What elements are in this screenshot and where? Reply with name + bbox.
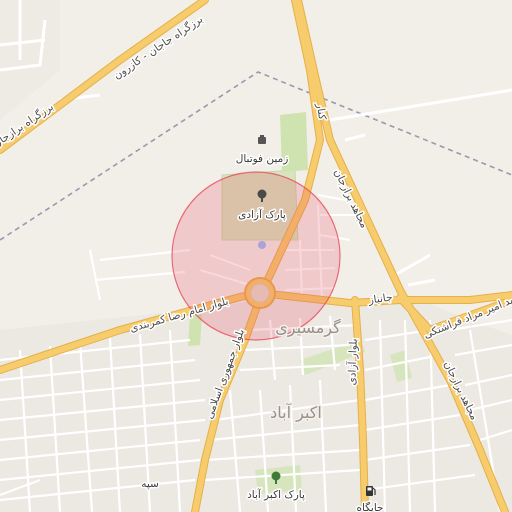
map-viewport[interactable]: برزگراه جاجان - کازرون برزگراه برازجان ک… xyxy=(0,0,512,512)
label-park-azadi[interactable]: پارک آزادی xyxy=(237,207,288,223)
label-football-field[interactable]: زمین فوتبال xyxy=(234,152,290,167)
label-sepah[interactable]: سپه xyxy=(140,477,161,492)
label-azadi-blvd: بلوار آزادی xyxy=(345,338,360,385)
map-canvas[interactable]: برزگراه جاجان - کازرون برزگراه برازجان ک… xyxy=(0,0,512,512)
label-bypass-top: کنار xyxy=(314,102,328,121)
label-park-akbarabad[interactable]: پارک اکبر آباد xyxy=(246,487,307,503)
label-district-garmsiri: گرمسیری xyxy=(275,318,341,338)
label-district-akbarabad: اکبر آباد xyxy=(270,403,322,423)
label-gas-station[interactable]: جایگاه xyxy=(355,500,385,512)
location-pin-icon[interactable] xyxy=(258,241,266,249)
